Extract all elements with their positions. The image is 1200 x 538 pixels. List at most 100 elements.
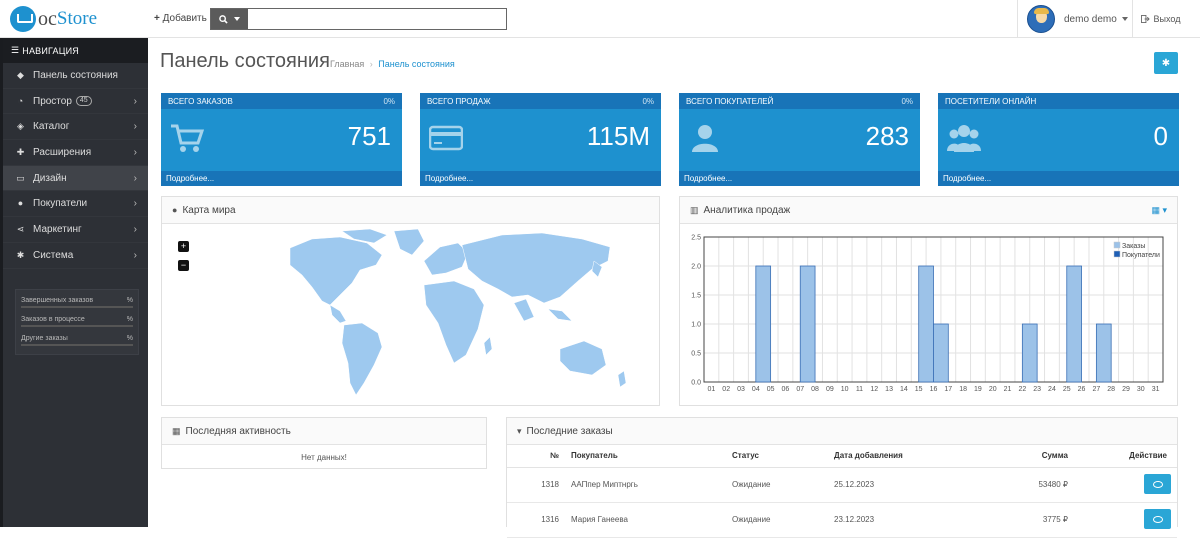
order-action-cell bbox=[1076, 467, 1177, 503]
x-tick-label: 12 bbox=[870, 386, 878, 393]
tile-value: 283 bbox=[865, 121, 909, 151]
tile-value: 0 bbox=[1153, 121, 1168, 151]
panel-header: ● Карта мира bbox=[162, 197, 659, 224]
view-order-button[interactable] bbox=[1144, 508, 1171, 529]
x-tick-label: 03 bbox=[737, 386, 745, 393]
column-header[interactable]: Статус bbox=[732, 445, 834, 468]
world-map-panel: ● Карта мира + − bbox=[161, 196, 660, 406]
tags-icon: ◈ bbox=[17, 121, 24, 132]
sidebar-item-catalog[interactable]: ◈ Каталог › bbox=[3, 114, 148, 141]
globe-icon: ● bbox=[172, 205, 178, 215]
sidebar-item-design[interactable]: ▭ Дизайн › bbox=[3, 165, 148, 192]
search-input[interactable] bbox=[248, 9, 506, 29]
add-button-label: Добавить bbox=[162, 13, 207, 24]
breadcrumb-current[interactable]: Панель состояния bbox=[378, 59, 454, 69]
orders-table: № Покупатель Статус Дата добавления Сумм… bbox=[507, 445, 1177, 538]
sign-out-icon bbox=[1140, 15, 1150, 23]
panel-header: ▦ Последняя активность bbox=[162, 418, 486, 445]
sidebar-item-dashboard[interactable]: ◆ Панель состояния bbox=[3, 63, 148, 89]
tile-body: 0 bbox=[938, 109, 1179, 171]
tile-header: ПОСЕТИТЕЛИ ОНЛАЙН bbox=[938, 93, 1179, 109]
x-tick-label: 01 bbox=[708, 386, 716, 393]
top-header: oc Store + Добавить demo demo Выход bbox=[0, 0, 1200, 38]
x-tick-label: 19 bbox=[974, 386, 982, 393]
column-header: Действие bbox=[1076, 445, 1177, 468]
menu-icon: ☰ bbox=[11, 45, 20, 55]
tile-more-link[interactable]: Подробнее... bbox=[679, 171, 920, 186]
sidebar-item-label: Покупатели bbox=[33, 198, 88, 210]
cart-icon bbox=[171, 124, 204, 152]
order-customer: Мария Ганеева bbox=[567, 502, 732, 538]
column-header[interactable]: № bbox=[507, 445, 567, 468]
user-icon bbox=[692, 125, 718, 152]
tile-more-link[interactable]: Подробнее... bbox=[938, 171, 1179, 186]
sidebar-item-space[interactable]: ◔ Простор 45 › bbox=[3, 89, 148, 115]
tile-body: 283 bbox=[679, 109, 920, 171]
credit-card-icon bbox=[429, 125, 463, 151]
x-tick-label: 29 bbox=[1122, 386, 1130, 393]
calendar-dropdown-icon[interactable]: ▦ ▾ bbox=[1151, 205, 1167, 216]
sidebar-item-customers[interactable]: ● Покупатели › bbox=[3, 191, 148, 218]
tile-more-link[interactable]: Подробнее... bbox=[420, 171, 661, 186]
chart-bar bbox=[1095, 323, 1112, 383]
order-status: Ожидание bbox=[732, 467, 834, 503]
x-tick-label: 14 bbox=[900, 386, 908, 393]
chevron-right-icon: › bbox=[133, 95, 137, 107]
order-date: 25.12.2023 bbox=[834, 467, 1004, 503]
chart-bar bbox=[918, 265, 934, 383]
panel-title: Карта мира bbox=[182, 204, 236, 216]
tile-percent: 0% bbox=[383, 96, 395, 106]
column-header[interactable]: Покупатель bbox=[567, 445, 732, 468]
tile-more-link[interactable]: Подробнее... bbox=[161, 171, 402, 186]
tile-total-sales: ВСЕГО ПРОДАЖ 0% 115M Подробнее... bbox=[420, 93, 661, 186]
sidebar-item-label: Каталог bbox=[33, 121, 70, 133]
legend-label: Покупатели bbox=[1122, 252, 1160, 259]
world-map[interactable] bbox=[162, 225, 659, 405]
search-dropdown-button[interactable] bbox=[211, 9, 248, 29]
tile-percent: 0% bbox=[642, 96, 654, 106]
chart-bar bbox=[799, 265, 816, 383]
sidebar-item-marketing[interactable]: ⋖ Маркетинг › bbox=[3, 217, 148, 243]
dashboard-icon: ◆ bbox=[17, 69, 24, 80]
view-order-button[interactable] bbox=[1144, 473, 1171, 494]
chevron-right-icon: › bbox=[133, 249, 137, 261]
panel-header: ▥ Аналитика продаж ▦ ▾ bbox=[680, 197, 1177, 224]
chevron-right-icon: › bbox=[133, 224, 137, 236]
x-tick-label: 28 bbox=[1107, 386, 1115, 393]
logout-button[interactable]: Выход bbox=[1132, 0, 1188, 38]
panel-title: Аналитика продаж bbox=[703, 204, 791, 216]
column-header[interactable]: Дата добавления bbox=[834, 445, 1004, 468]
sidebar-item-extensions[interactable]: ✚ Расширения › bbox=[3, 140, 148, 166]
x-tick-label: 17 bbox=[944, 386, 952, 393]
order-total: 53480 ₽ bbox=[1004, 467, 1076, 503]
breadcrumb: Главная › Панель состояния bbox=[330, 59, 455, 69]
x-tick-label: 22 bbox=[1018, 386, 1026, 393]
breadcrumb-home[interactable]: Главная bbox=[330, 59, 364, 69]
column-header[interactable]: Сумма bbox=[1004, 445, 1076, 468]
y-tick-label: 0.5 bbox=[691, 351, 701, 358]
order-date: 23.12.2023 bbox=[834, 502, 1004, 538]
tile-title: ВСЕГО ПРОДАЖ bbox=[427, 96, 491, 106]
user-menu[interactable]: demo demo bbox=[1017, 0, 1132, 38]
calendar-icon: ▦ bbox=[172, 425, 181, 436]
gear-icon: ✱ bbox=[1161, 57, 1171, 69]
caret-down-icon bbox=[234, 17, 240, 21]
table-row: 1316 Мария Ганеева Ожидание 23.12.2023 3… bbox=[507, 502, 1177, 538]
chevron-right-icon: › bbox=[133, 147, 137, 159]
sidebar-item-system[interactable]: ✱ Система › bbox=[3, 243, 148, 269]
x-tick-label: 11 bbox=[856, 386, 863, 393]
x-tick-label: 06 bbox=[782, 386, 790, 393]
dashboard-settings-button[interactable]: ✱ bbox=[1154, 52, 1178, 74]
logo[interactable]: oc Store bbox=[10, 6, 97, 32]
sidebar-item-label: Маркетинг bbox=[33, 223, 82, 235]
stat-label: Заказов в процессе bbox=[21, 316, 85, 323]
nav-header[interactable]: ☰ НАВИГАЦИЯ bbox=[3, 38, 148, 63]
tile-body: 751 bbox=[161, 109, 402, 171]
breadcrumb-separator: › bbox=[369, 59, 373, 69]
logo-cart-icon bbox=[10, 6, 36, 32]
x-tick-label: 26 bbox=[1078, 386, 1086, 393]
add-button[interactable]: + Добавить bbox=[154, 13, 207, 24]
tile-title: ВСЕГО ЗАКАЗОВ bbox=[168, 96, 233, 106]
user-name: demo demo bbox=[1064, 13, 1117, 25]
legend-swatch bbox=[1113, 241, 1121, 249]
